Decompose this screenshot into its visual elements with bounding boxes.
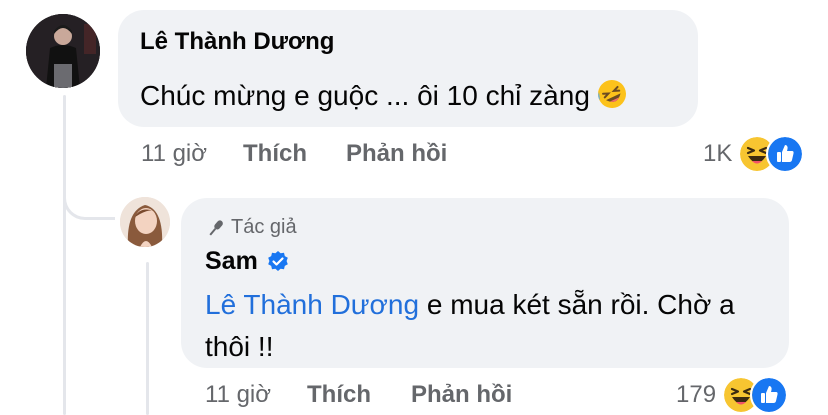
reaction-count: 1K [703, 140, 733, 167]
reaction-summary[interactable]: 1K [703, 135, 805, 173]
author-badge: Tác giả [205, 216, 297, 239]
comment-text: Chúc mừng e guộc ... ôi 10 chỉ zàng [140, 78, 628, 112]
reply-thread-line [146, 262, 149, 415]
reply-button[interactable]: Phản hồi [346, 140, 447, 168]
reply-button[interactable]: Phản hồi [411, 381, 512, 409]
like-button[interactable]: Thích [307, 381, 371, 409]
reaction-count: 179 [676, 381, 717, 408]
avatar[interactable] [26, 14, 100, 88]
like-reaction-icon [750, 376, 789, 414]
reply-text: Lê Thành Dương e mua két sẵn rồi. Chờ a … [205, 289, 735, 362]
thread-line [63, 95, 66, 415]
mention-link[interactable]: Lê Thành Dương [205, 289, 419, 320]
comment-timestamp[interactable]: 11 giờ [141, 140, 207, 168]
reply-author[interactable]: Sam [205, 247, 258, 276]
rolling-on-floor-laughing-emoji-icon [596, 78, 628, 110]
reaction-summary[interactable]: 179 [676, 376, 789, 414]
reply-timestamp[interactable]: 11 giờ [205, 381, 271, 409]
like-button[interactable]: Thích [243, 140, 307, 168]
author-badge-label: Tác giả [231, 216, 297, 238]
avatar[interactable] [120, 197, 170, 247]
like-reaction-icon [766, 135, 805, 173]
reply-author-row: Sam [205, 247, 290, 276]
verified-badge-icon [268, 250, 288, 271]
comment-author[interactable]: Lê Thành Dương [140, 28, 334, 56]
reply-connector [63, 150, 115, 220]
microphone-icon [209, 219, 223, 236]
